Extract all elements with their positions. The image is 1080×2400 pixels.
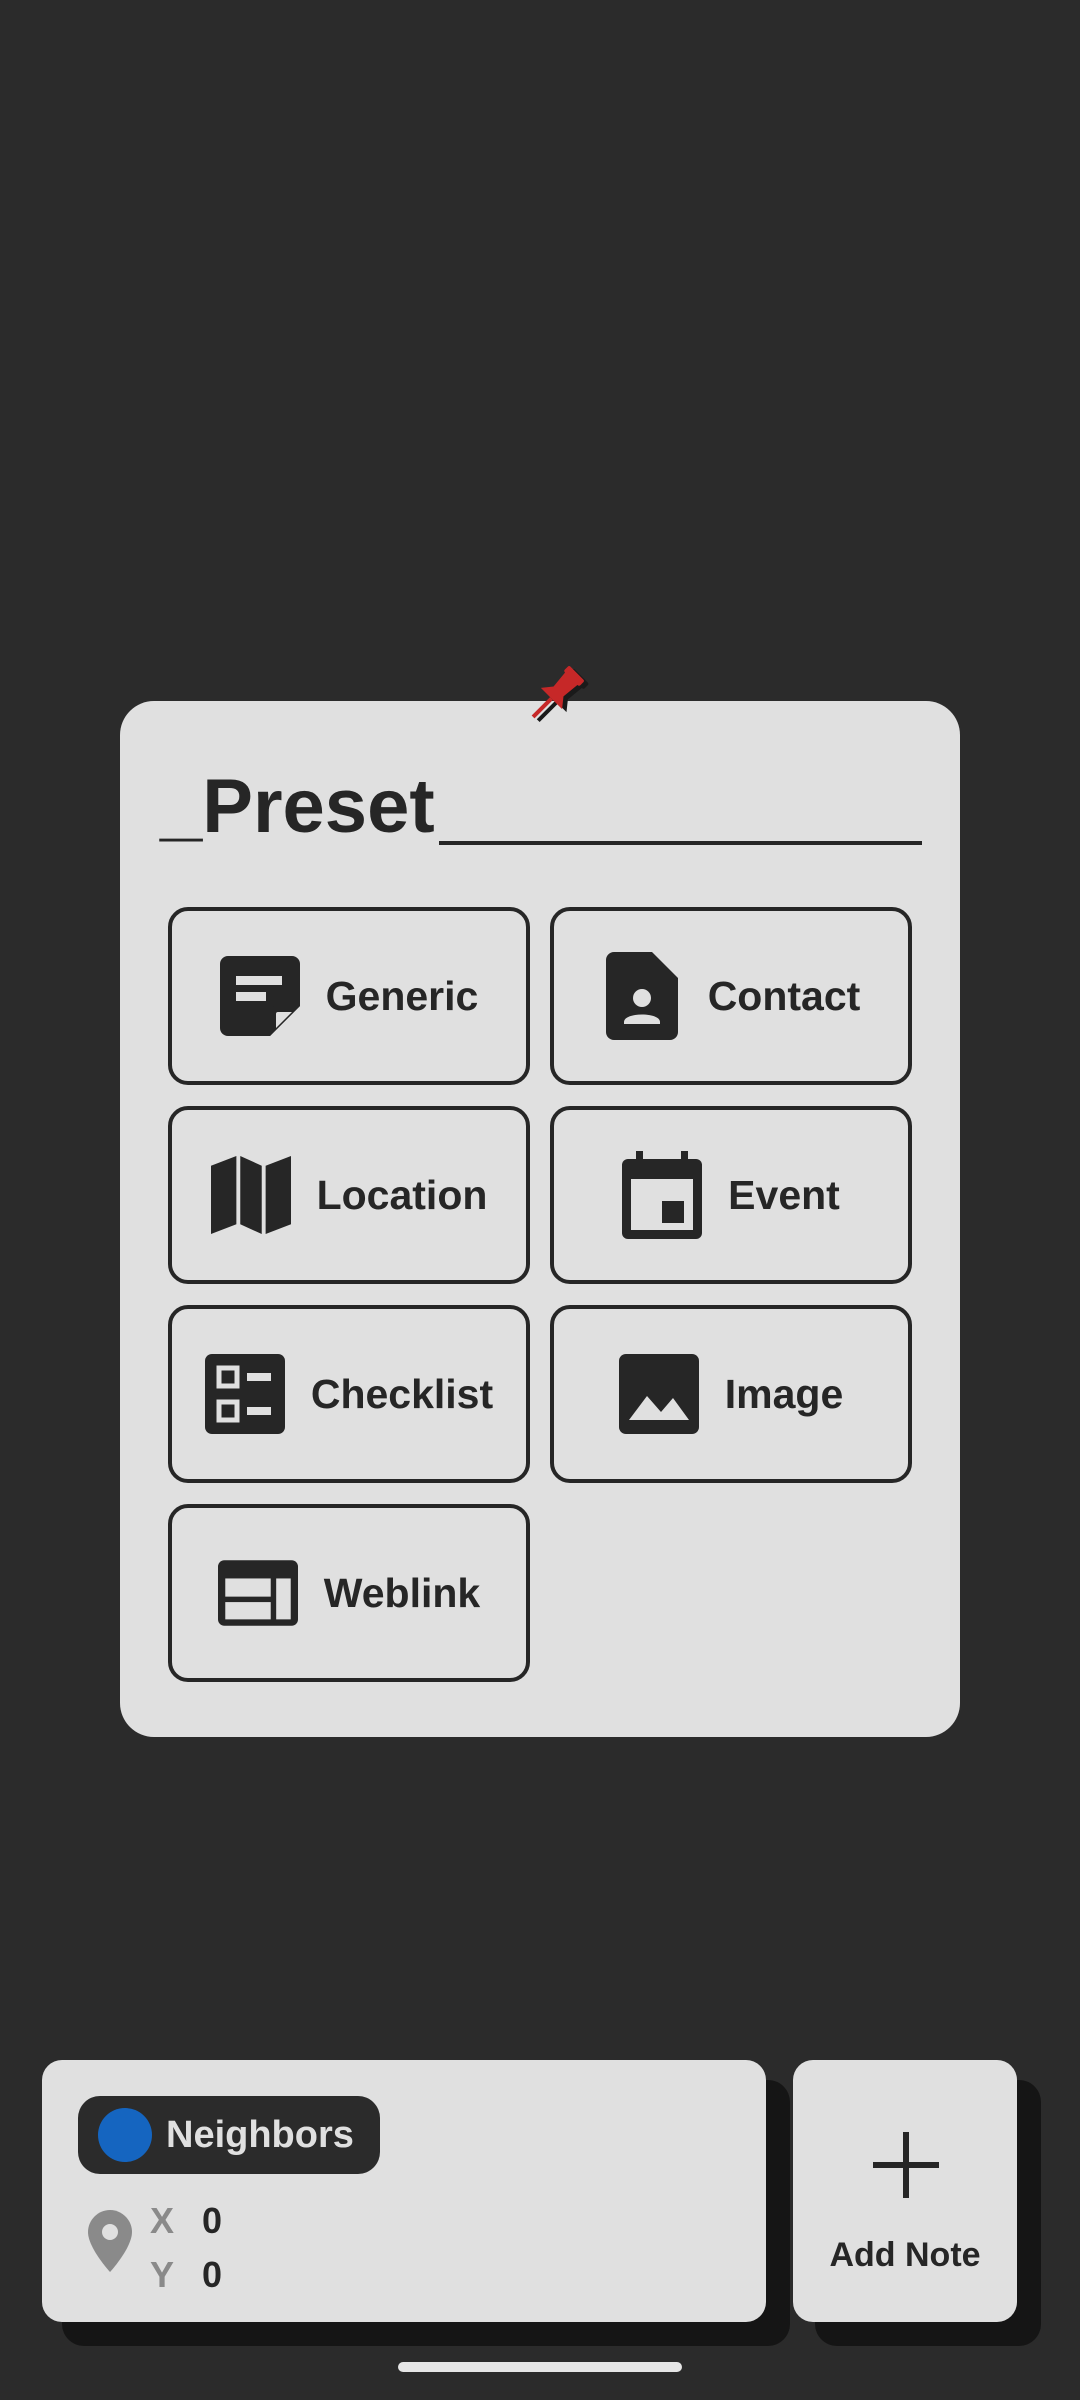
calendar-event-icon	[622, 1151, 703, 1239]
preset-dialog: _Preset Generic Contact Location Event C…	[120, 701, 960, 1737]
note-icon	[219, 954, 300, 1038]
add-note-label: Add Note	[829, 2236, 981, 2274]
preset-event-label: Event	[728, 1171, 840, 1218]
preset-weblink-button[interactable]: Weblink	[168, 1504, 530, 1682]
y-coordinate-value: 0	[202, 2254, 223, 2295]
preset-image-label: Image	[724, 1370, 844, 1417]
preset-image-button[interactable]: Image	[550, 1305, 912, 1483]
contact-icon	[602, 952, 682, 1040]
screen: _Preset Generic Contact Location Event C…	[0, 0, 1080, 2400]
plus-icon	[873, 2132, 939, 2198]
map-icon	[210, 1153, 291, 1237]
add-note-button[interactable]: Add Note	[793, 2060, 1017, 2322]
preset-generic-button[interactable]: Generic	[168, 907, 530, 1085]
layer-name: Neighbors	[166, 2113, 354, 2156]
preset-checklist-button[interactable]: Checklist	[168, 1305, 530, 1483]
layer-color-dot	[98, 2108, 152, 2162]
checklist-icon	[204, 1352, 285, 1436]
preset-checklist-label: Checklist	[310, 1370, 494, 1417]
layer-chip[interactable]: Neighbors	[78, 2096, 380, 2174]
preset-generic-label: Generic	[325, 972, 479, 1019]
info-panel: Neighbors X 0 Y 0	[42, 2060, 766, 2322]
preset-contact-label: Contact	[707, 972, 861, 1019]
preset-title: _Preset	[160, 767, 439, 847]
x-axis-label: X	[150, 2200, 175, 2241]
preset-event-button[interactable]: Event	[550, 1106, 912, 1284]
home-indicator[interactable]	[398, 2362, 682, 2372]
image-icon	[618, 1352, 699, 1436]
preset-location-button[interactable]: Location	[168, 1106, 530, 1284]
x-coordinate-value: 0	[202, 2200, 223, 2241]
preset-location-label: Location	[316, 1171, 488, 1218]
pushpin-icon	[522, 662, 594, 734]
preset-weblink-label: Weblink	[323, 1569, 481, 1616]
y-axis-label: Y	[150, 2254, 175, 2295]
location-pin-icon	[88, 2210, 132, 2272]
preset-contact-button[interactable]: Contact	[550, 907, 912, 1085]
web-icon	[217, 1551, 298, 1635]
